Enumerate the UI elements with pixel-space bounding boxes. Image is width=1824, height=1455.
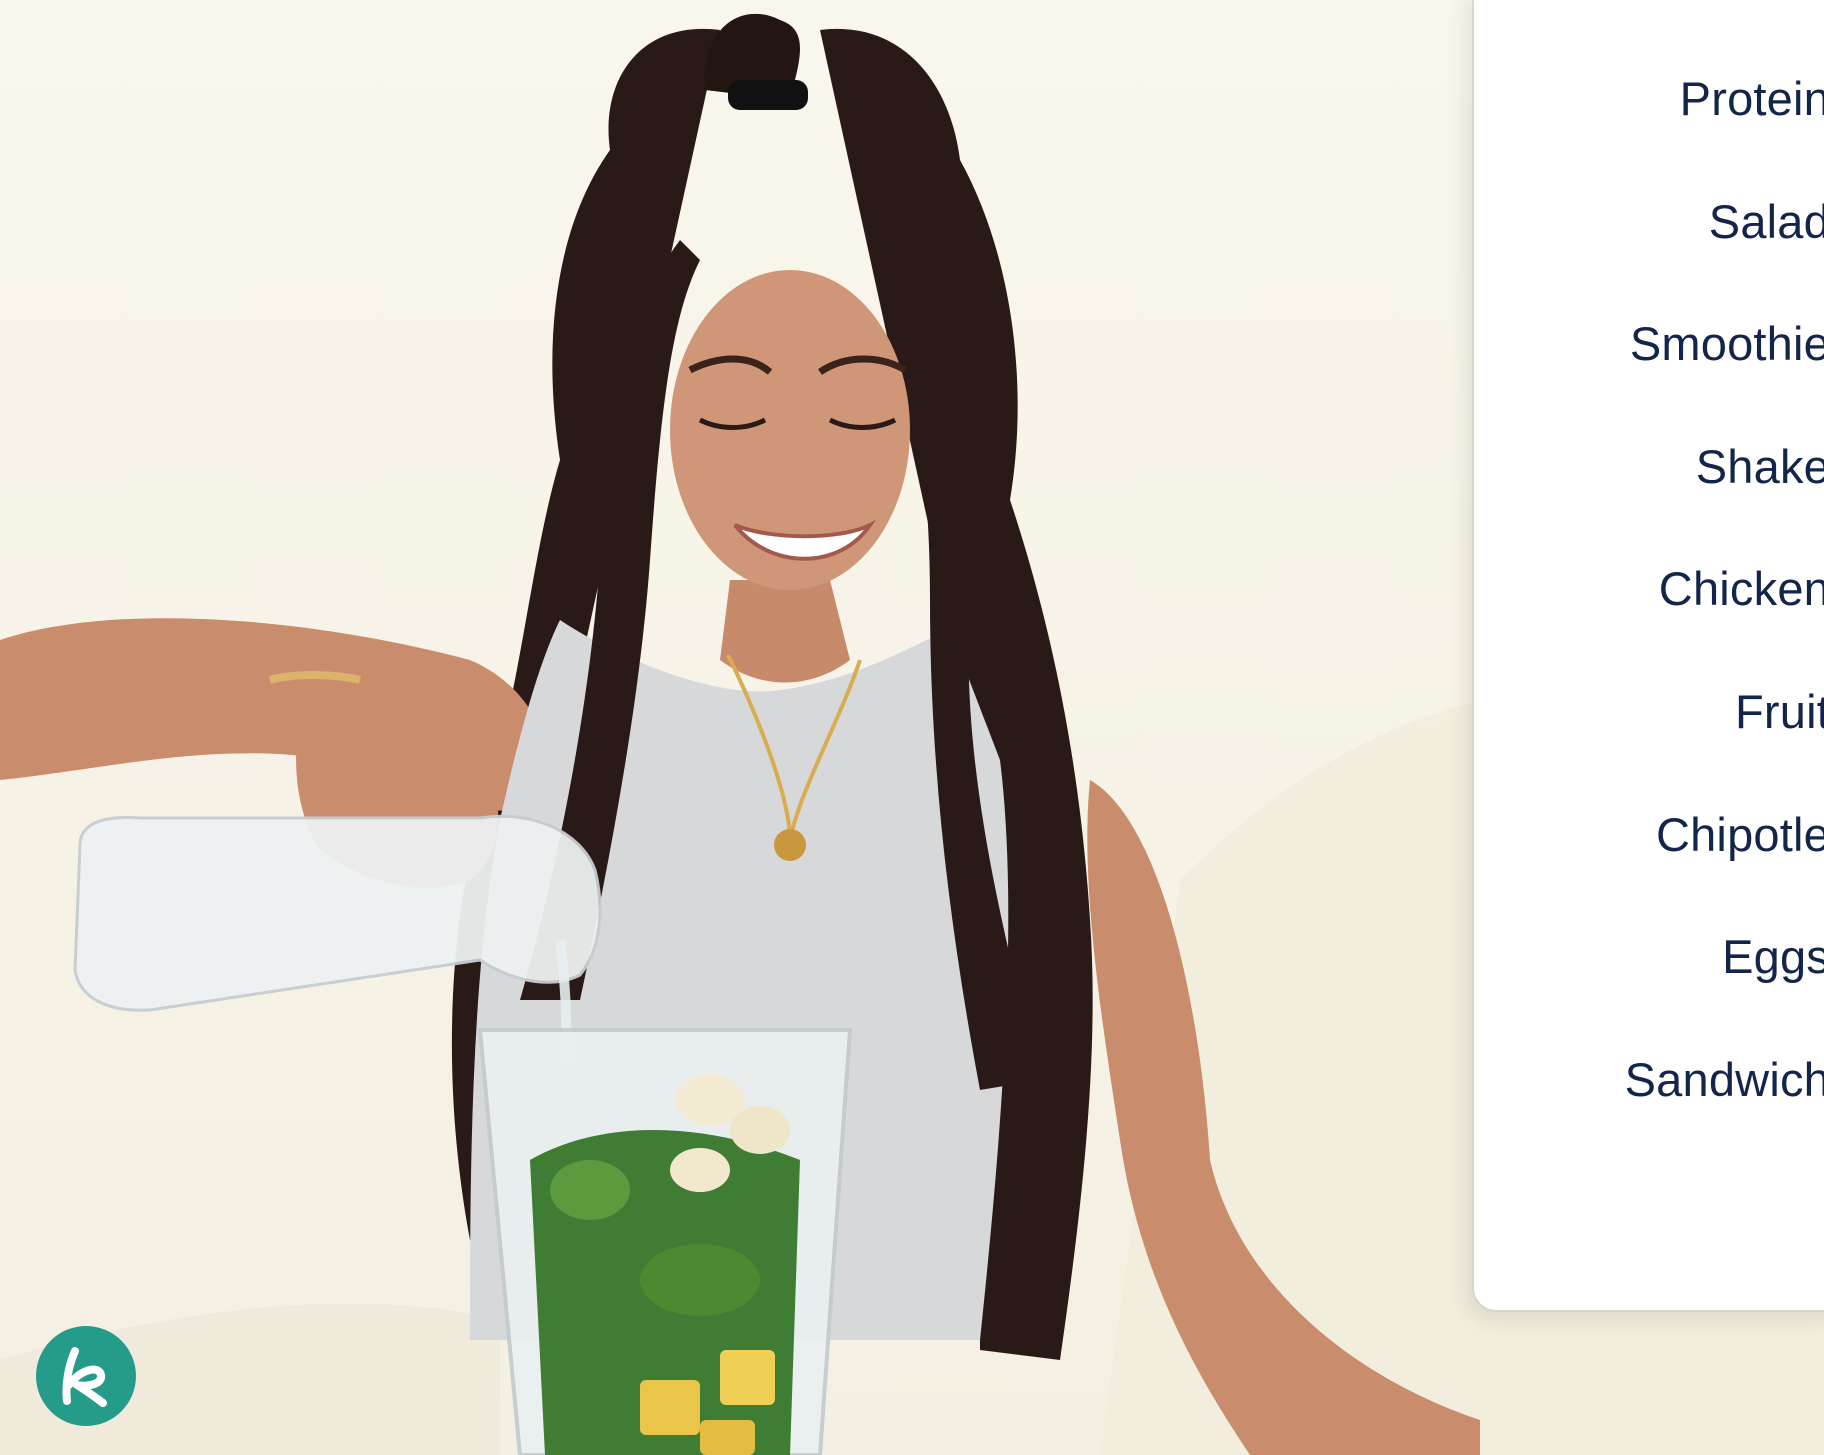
hero-photo [0, 13, 1480, 1455]
suggestion-chipotle[interactable]: Chipotle [1625, 811, 1824, 934]
page-stage: Protein Salad Smoothie Shake Chicken Fru… [0, 0, 1824, 1455]
suggestion-salad[interactable]: Salad [1625, 198, 1824, 321]
suggestion-chicken[interactable]: Chicken [1625, 565, 1824, 688]
suggestions-list: Protein Salad Smoothie Shake Chicken Fru… [1625, 75, 1824, 1178]
suggestion-protein[interactable]: Protein [1625, 75, 1824, 198]
suggestion-smoothie[interactable]: Smoothie [1625, 320, 1824, 443]
suggestion-sandwich[interactable]: Sandwich [1625, 1056, 1824, 1179]
suggestion-fruit[interactable]: Fruit [1625, 688, 1824, 811]
k-letter-glyph [62, 1347, 107, 1407]
k-logo-icon[interactable] [36, 1326, 136, 1426]
suggestion-shake[interactable]: Shake [1625, 443, 1824, 566]
search-suggestions-dropdown: Protein Salad Smoothie Shake Chicken Fru… [1474, 0, 1824, 1310]
suggestion-eggs[interactable]: Eggs [1625, 933, 1824, 1056]
